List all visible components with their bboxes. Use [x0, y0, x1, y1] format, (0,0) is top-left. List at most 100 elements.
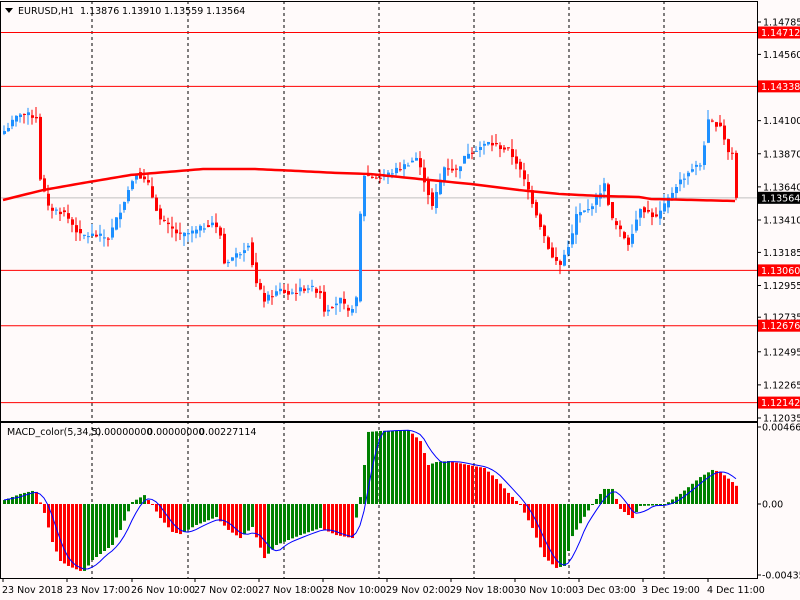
macd-bar	[219, 504, 222, 522]
candle-body	[7, 127, 10, 132]
candle-body	[231, 257, 234, 261]
macd-bar	[455, 462, 458, 504]
candle-body	[167, 222, 170, 225]
macd-bar	[635, 504, 638, 513]
price-axis[interactable]: 1.147851.145601.141001.138701.136401.134…	[757, 18, 800, 425]
time-tick-label: 23 Nov 17:00	[66, 585, 130, 596]
macd-bar	[423, 453, 426, 504]
candle-body	[399, 169, 402, 171]
ohlc-value: 1.13564	[206, 6, 245, 17]
price-tick-label: 1.14560	[763, 50, 800, 61]
time-tick-label: 30 Nov 10:00	[514, 585, 578, 596]
macd-bar	[595, 498, 598, 504]
candle-body	[463, 155, 466, 164]
candle-body	[315, 288, 318, 293]
macd-bar	[351, 504, 354, 539]
price-tick-label: 1.14100	[763, 116, 800, 127]
candle-body	[699, 165, 702, 167]
candle-body	[59, 211, 62, 215]
candle-body	[443, 167, 446, 181]
dropdown-triangle-icon[interactable]	[5, 8, 13, 13]
macd-bar	[443, 461, 446, 504]
macd-bar	[255, 504, 258, 538]
candle-body	[239, 254, 242, 256]
macd-bar	[587, 504, 590, 511]
candle-body	[31, 115, 34, 118]
macd-bar	[359, 497, 362, 504]
candle-body	[731, 152, 734, 154]
candle-body	[179, 232, 182, 234]
macd-bar	[731, 482, 734, 504]
candle-body	[83, 234, 86, 236]
candle-body	[575, 214, 578, 235]
candle-body	[347, 307, 350, 311]
candle-body	[363, 175, 366, 217]
macd-bar	[35, 491, 38, 504]
candle-body	[127, 190, 130, 202]
macd-bar	[295, 504, 298, 537]
trading-chart[interactable]: 1.147851.145601.141001.138701.136401.134…	[0, 0, 800, 600]
chart-headers: EURUSD,H1 1.13876 1.13910 1.13559 1.13564 MAC…	[5, 6, 256, 438]
time-tick-label: 27 Nov 02:00	[194, 585, 258, 596]
candle-body	[71, 219, 74, 225]
macd-bar	[259, 504, 262, 548]
macd-indicator-label: MACD_color(5,34,5)	[7, 427, 101, 438]
macd-bar	[379, 430, 382, 504]
current-price-label: 1.13564	[761, 193, 800, 204]
level-price-label: 1.12142	[761, 398, 800, 409]
macd-bar	[195, 504, 198, 525]
candle-body	[195, 229, 198, 234]
macd-bar	[75, 504, 78, 570]
macd-bar	[339, 504, 342, 536]
macd-bar	[471, 465, 474, 504]
macd-bar	[515, 500, 518, 504]
macd-bar	[311, 504, 314, 531]
candle-body	[695, 164, 698, 167]
candle-body	[499, 145, 502, 150]
macd-bar	[227, 504, 230, 530]
candle-body	[35, 116, 38, 119]
candle-body	[203, 228, 206, 230]
macd-bar	[463, 464, 466, 504]
candle-body	[11, 119, 14, 127]
time-tick-label: 3 Dec 19:00	[642, 585, 700, 596]
level-price-label: 1.14712	[761, 28, 800, 39]
candle-body	[675, 186, 678, 194]
candle-body	[471, 152, 474, 154]
macd-bar	[3, 500, 6, 504]
macd-bar	[299, 504, 302, 536]
candle-body	[299, 287, 302, 292]
candle-body	[491, 142, 494, 146]
macd-bar	[71, 504, 74, 568]
macd-bar	[95, 504, 98, 558]
macd-bar	[223, 504, 226, 526]
macd-bar	[507, 492, 510, 504]
candle-body	[51, 207, 54, 211]
macd-bar	[279, 504, 282, 544]
candle-body	[219, 227, 222, 236]
candle-body	[579, 212, 582, 216]
macd-bar	[419, 441, 422, 504]
candle-body	[295, 292, 298, 294]
macd-bar	[211, 504, 214, 519]
macd-bar	[335, 504, 338, 536]
candle-body	[583, 210, 586, 212]
macd-bar	[519, 504, 522, 505]
candle-body	[555, 257, 558, 261]
time-axis[interactable]: 23 Nov 2018 23 Nov 17:00 26 Nov 10:0027 No…	[2, 578, 765, 596]
candle-body	[659, 210, 662, 219]
candle-body	[479, 147, 482, 151]
macd-bar	[427, 465, 430, 504]
price-tick-label: 1.12955	[763, 281, 800, 292]
candle-body	[663, 203, 666, 212]
macd-bar	[87, 504, 90, 566]
macd-bar	[467, 465, 470, 504]
macd-bar	[583, 504, 586, 517]
price-tick-label: 1.13640	[763, 182, 800, 193]
macd-bar	[283, 504, 286, 542]
macd-bar	[127, 504, 130, 512]
candle-body	[19, 114, 22, 118]
candle-body	[187, 233, 190, 235]
candle-body	[91, 233, 94, 236]
candle-body	[311, 285, 314, 287]
